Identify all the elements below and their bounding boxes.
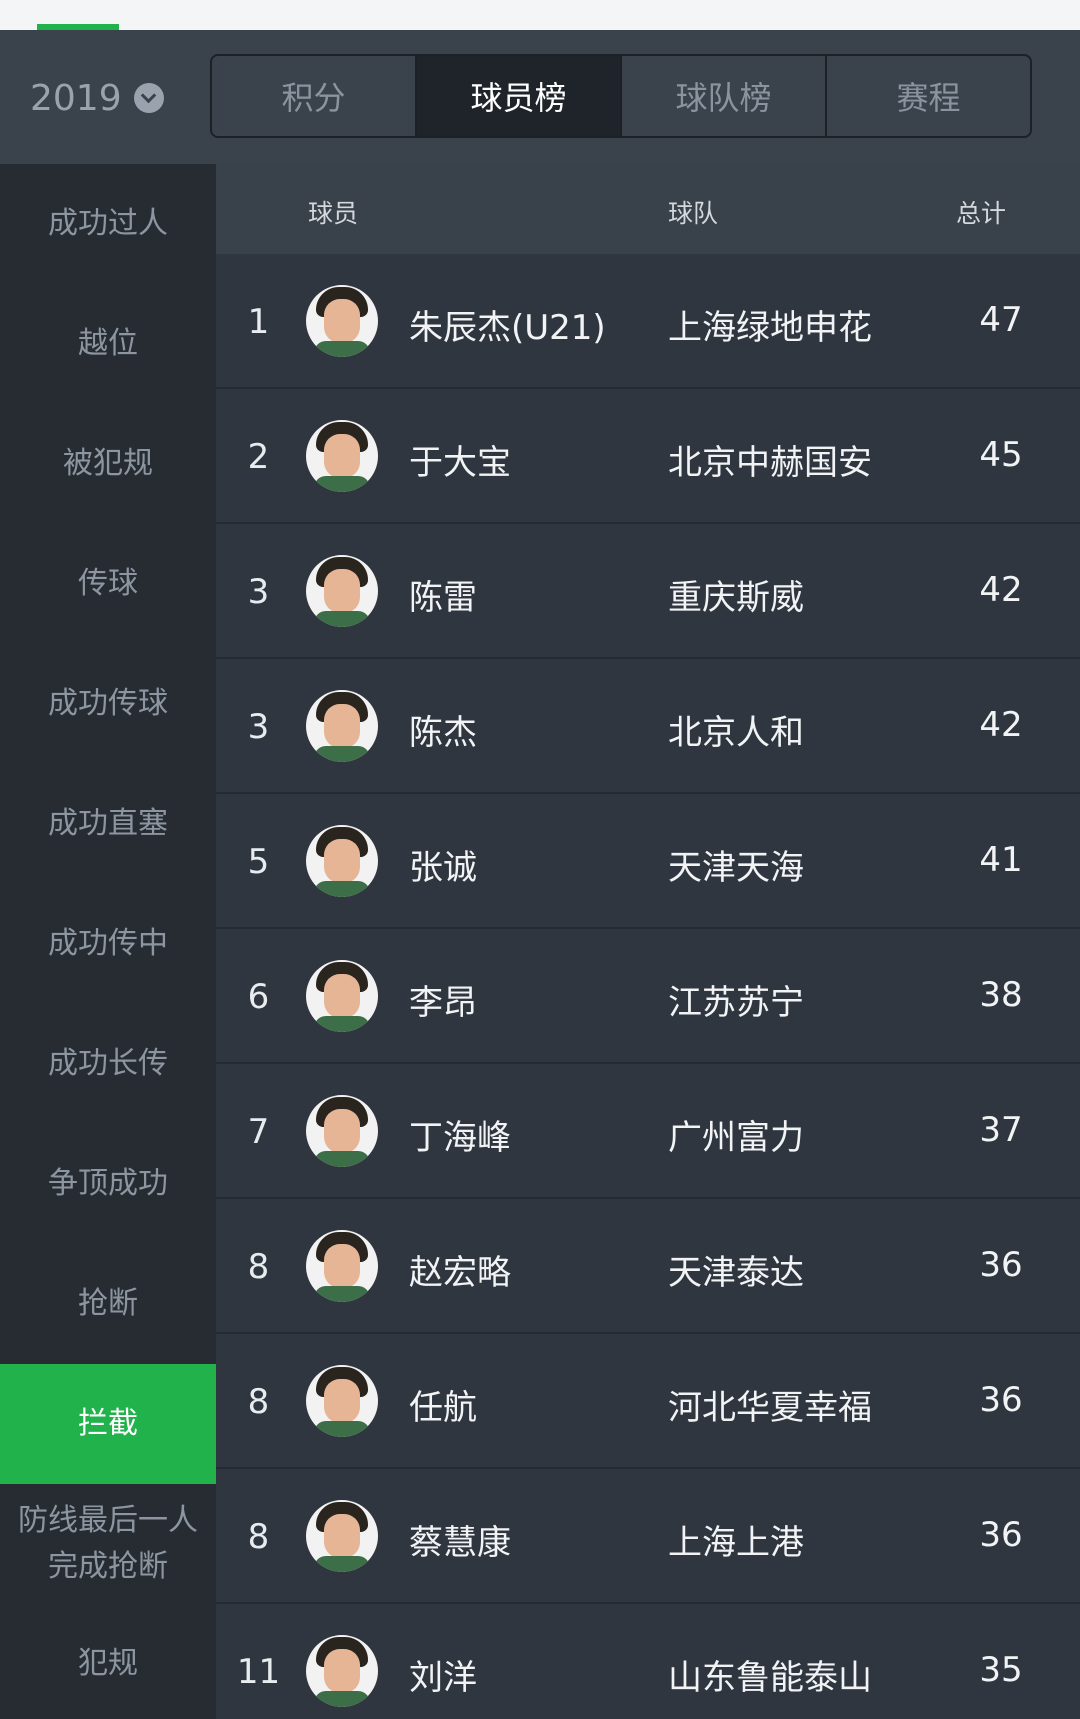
tab-schedule[interactable]: 赛程 xyxy=(827,56,1030,136)
table-row[interactable]: 8 蔡慧康 上海上港 36 xyxy=(216,1469,1080,1604)
year-label: 2019 xyxy=(30,77,122,119)
total-value: 42 xyxy=(979,705,1023,745)
player-avatar xyxy=(306,1230,378,1302)
rank: 1 xyxy=(247,302,270,342)
sidebar-item[interactable]: 越位 xyxy=(0,284,216,404)
rank: 8 xyxy=(247,1382,270,1422)
team-name: 上海绿地申花 xyxy=(668,308,872,348)
player-name: 于大宝 xyxy=(409,443,511,483)
column-header-player: 球员 xyxy=(308,199,359,228)
column-header-team: 球队 xyxy=(668,199,719,228)
sidebar-item[interactable]: 犯规 xyxy=(0,1604,216,1719)
sidebar-item-active[interactable]: 拦截 xyxy=(0,1364,216,1484)
total-value: 42 xyxy=(979,570,1023,610)
total-value: 45 xyxy=(979,435,1023,475)
table-row[interactable]: 11 刘洋 山东鲁能泰山 35 xyxy=(216,1604,1080,1719)
total-value: 36 xyxy=(979,1245,1023,1285)
team-name: 河北华夏幸福 xyxy=(668,1388,872,1428)
year-selector[interactable]: 2019 xyxy=(30,68,164,128)
rank: 5 xyxy=(247,842,270,882)
total-value: 38 xyxy=(979,975,1023,1015)
tab-team-rankings[interactable]: 球队榜 xyxy=(622,56,827,136)
player-name: 刘洋 xyxy=(409,1658,477,1698)
chevron-down-icon xyxy=(133,83,164,113)
total-value: 36 xyxy=(979,1515,1023,1555)
player-avatar xyxy=(306,1635,378,1707)
total-value: 41 xyxy=(979,840,1023,880)
team-name: 广州富力 xyxy=(668,1118,804,1158)
player-name: 陈雷 xyxy=(409,578,477,618)
rank: 3 xyxy=(247,572,270,612)
sidebar-item[interactable]: 防线最后一人完成抢断 xyxy=(0,1484,216,1604)
team-name: 山东鲁能泰山 xyxy=(668,1658,872,1698)
player-name: 陈杰 xyxy=(409,713,477,753)
column-header-total: 总计 xyxy=(956,199,1007,228)
player-ranking-table: 球员 球队 总计 1 朱辰杰(U21) 上海绿地申花 47 2 于大宝 北京中赫国安 45 3 陈… xyxy=(216,164,1080,1719)
tab-player-rankings[interactable]: 球员榜 xyxy=(417,56,622,136)
team-name: 上海上港 xyxy=(668,1523,804,1563)
player-avatar xyxy=(306,285,378,357)
team-name: 北京人和 xyxy=(668,713,804,753)
total-value: 47 xyxy=(979,300,1023,340)
stat-category-sidebar: 成功过人 越位 被犯规 传球 成功传球 成功直塞 成功传中 成功长传 争顶成功 … xyxy=(0,164,216,1719)
player-avatar xyxy=(306,420,378,492)
sidebar-item[interactable]: 成功直塞 xyxy=(0,764,216,884)
player-avatar xyxy=(306,1500,378,1572)
sidebar-item[interactable]: 争顶成功 xyxy=(0,1124,216,1244)
player-avatar xyxy=(306,1365,378,1437)
total-value: 37 xyxy=(979,1110,1023,1150)
player-avatar xyxy=(306,555,378,627)
table-row[interactable]: 8 赵宏略 天津泰达 36 xyxy=(216,1199,1080,1334)
rank: 11 xyxy=(236,1652,281,1692)
team-name: 重庆斯威 xyxy=(668,578,804,618)
rank: 2 xyxy=(247,437,270,477)
player-name: 张诚 xyxy=(409,848,477,888)
player-name: 蔡慧康 xyxy=(409,1523,511,1563)
team-name: 天津泰达 xyxy=(668,1253,804,1293)
table-body: 1 朱辰杰(U21) 上海绿地申花 47 2 于大宝 北京中赫国安 45 3 陈雷 重庆斯威 42 3 陈… xyxy=(216,254,1080,1719)
rank: 3 xyxy=(247,707,270,747)
sidebar-item[interactable]: 成功过人 xyxy=(0,164,216,284)
rank: 7 xyxy=(247,1112,270,1152)
sidebar-item[interactable]: 成功长传 xyxy=(0,1004,216,1124)
sidebar-item-label: 防线最后一人完成抢断 xyxy=(18,1503,198,1584)
team-name: 北京中赫国安 xyxy=(668,443,872,483)
player-name: 赵宏略 xyxy=(409,1253,511,1293)
player-avatar xyxy=(306,960,378,1032)
sidebar-item[interactable]: 成功传中 xyxy=(0,884,216,1004)
player-name: 朱辰杰(U21) xyxy=(409,308,606,348)
player-avatar xyxy=(306,690,378,762)
sidebar-item[interactable]: 抢断 xyxy=(0,1244,216,1364)
rank: 6 xyxy=(247,977,270,1017)
table-row[interactable]: 3 陈雷 重庆斯威 42 xyxy=(216,524,1080,659)
table-row[interactable]: 1 朱辰杰(U21) 上海绿地申花 47 xyxy=(216,254,1080,389)
total-value: 35 xyxy=(979,1650,1023,1690)
sidebar-item[interactable]: 成功传球 xyxy=(0,644,216,764)
player-avatar xyxy=(306,1095,378,1167)
table-row[interactable]: 2 于大宝 北京中赫国安 45 xyxy=(216,389,1080,524)
table-row[interactable]: 6 李昂 江苏苏宁 38 xyxy=(216,929,1080,1064)
tab-standings[interactable]: 积分 xyxy=(212,56,417,136)
header-bar: 2019 积分 球员榜 球队榜 赛程 xyxy=(0,30,1080,164)
top-strip xyxy=(0,0,1080,30)
player-name: 丁海峰 xyxy=(409,1118,511,1158)
table-row[interactable]: 5 张诚 天津天海 41 xyxy=(216,794,1080,929)
table-header: 球员 球队 总计 xyxy=(216,164,1080,254)
sidebar-item[interactable]: 传球 xyxy=(0,524,216,644)
table-row[interactable]: 3 陈杰 北京人和 42 xyxy=(216,659,1080,794)
player-name: 李昂 xyxy=(409,983,477,1023)
main-tabs: 积分 球员榜 球队榜 赛程 xyxy=(210,54,1032,138)
player-name: 任航 xyxy=(409,1388,477,1428)
player-avatar xyxy=(306,825,378,897)
total-value: 36 xyxy=(979,1380,1023,1420)
table-row[interactable]: 8 任航 河北华夏幸福 36 xyxy=(216,1334,1080,1469)
rank: 8 xyxy=(247,1517,270,1557)
rank: 8 xyxy=(247,1247,270,1287)
team-name: 天津天海 xyxy=(668,848,804,888)
team-name: 江苏苏宁 xyxy=(668,983,804,1023)
sidebar-item[interactable]: 被犯规 xyxy=(0,404,216,524)
table-row[interactable]: 7 丁海峰 广州富力 37 xyxy=(216,1064,1080,1199)
